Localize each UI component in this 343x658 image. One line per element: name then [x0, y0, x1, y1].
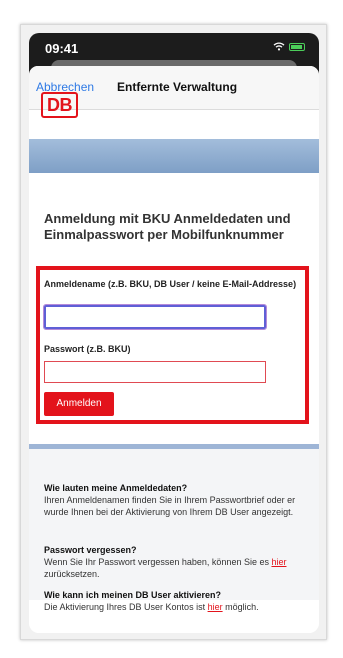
screenshot-frame: 09:41 Abbrechen Entfernte Verwaltung DB: [20, 24, 327, 640]
header-band: [29, 139, 319, 173]
login-heading: Anmeldung mit BKU Anmeldedaten und Einma…: [44, 211, 291, 242]
battery-icon: [289, 42, 305, 51]
faq-answer-text: zurücksetzen.: [44, 569, 100, 579]
status-icons: [273, 42, 305, 51]
username-input[interactable]: [43, 304, 267, 330]
status-time: 09:41: [45, 41, 79, 56]
faq-answer: Wenn Sie Ihr Passwort vergessen haben, k…: [44, 556, 310, 580]
wifi-icon: [273, 42, 285, 51]
login-button[interactable]: Anmelden: [44, 392, 114, 416]
faq-item-password: Passwort vergessen? Wenn Sie Ihr Passwor…: [44, 544, 310, 580]
username-label: Anmeldename (z.B. BKU, DB User / keine E…: [44, 279, 297, 289]
activate-account-link[interactable]: hier: [208, 602, 223, 612]
faq-question: Passwort vergessen?: [44, 545, 137, 555]
faq-answer: Die Aktivierung Ihres DB User Kontos ist…: [44, 601, 310, 613]
faq-question: Wie kann ich meinen DB User aktivieren?: [44, 590, 221, 600]
faq-answer: Ihren Anmeldenamen finden Sie in Ihrem P…: [44, 495, 296, 517]
password-label: Passwort (z.B. BKU): [44, 344, 131, 354]
faq-question: Wie lauten meine Anmeldedaten?: [44, 483, 188, 493]
db-logo: DB: [41, 92, 78, 118]
faq-answer-text: möglich.: [222, 602, 259, 612]
faq-answer-text: Die Aktivierung Ihres DB User Kontos ist: [44, 602, 208, 612]
password-input[interactable]: [44, 361, 266, 383]
faq-answer-text: Wenn Sie Ihr Passwort vergessen haben, k…: [44, 557, 272, 567]
nav-title: Entfernte Verwaltung: [117, 80, 238, 94]
reset-password-link[interactable]: hier: [271, 557, 286, 567]
faq-item-credentials: Wie lauten meine Anmeldedaten? Ihren Anm…: [44, 482, 310, 518]
faq-item-activation: Wie kann ich meinen DB User aktivieren? …: [44, 589, 310, 613]
phone-screen: 09:41 Abbrechen Entfernte Verwaltung DB: [29, 33, 319, 633]
